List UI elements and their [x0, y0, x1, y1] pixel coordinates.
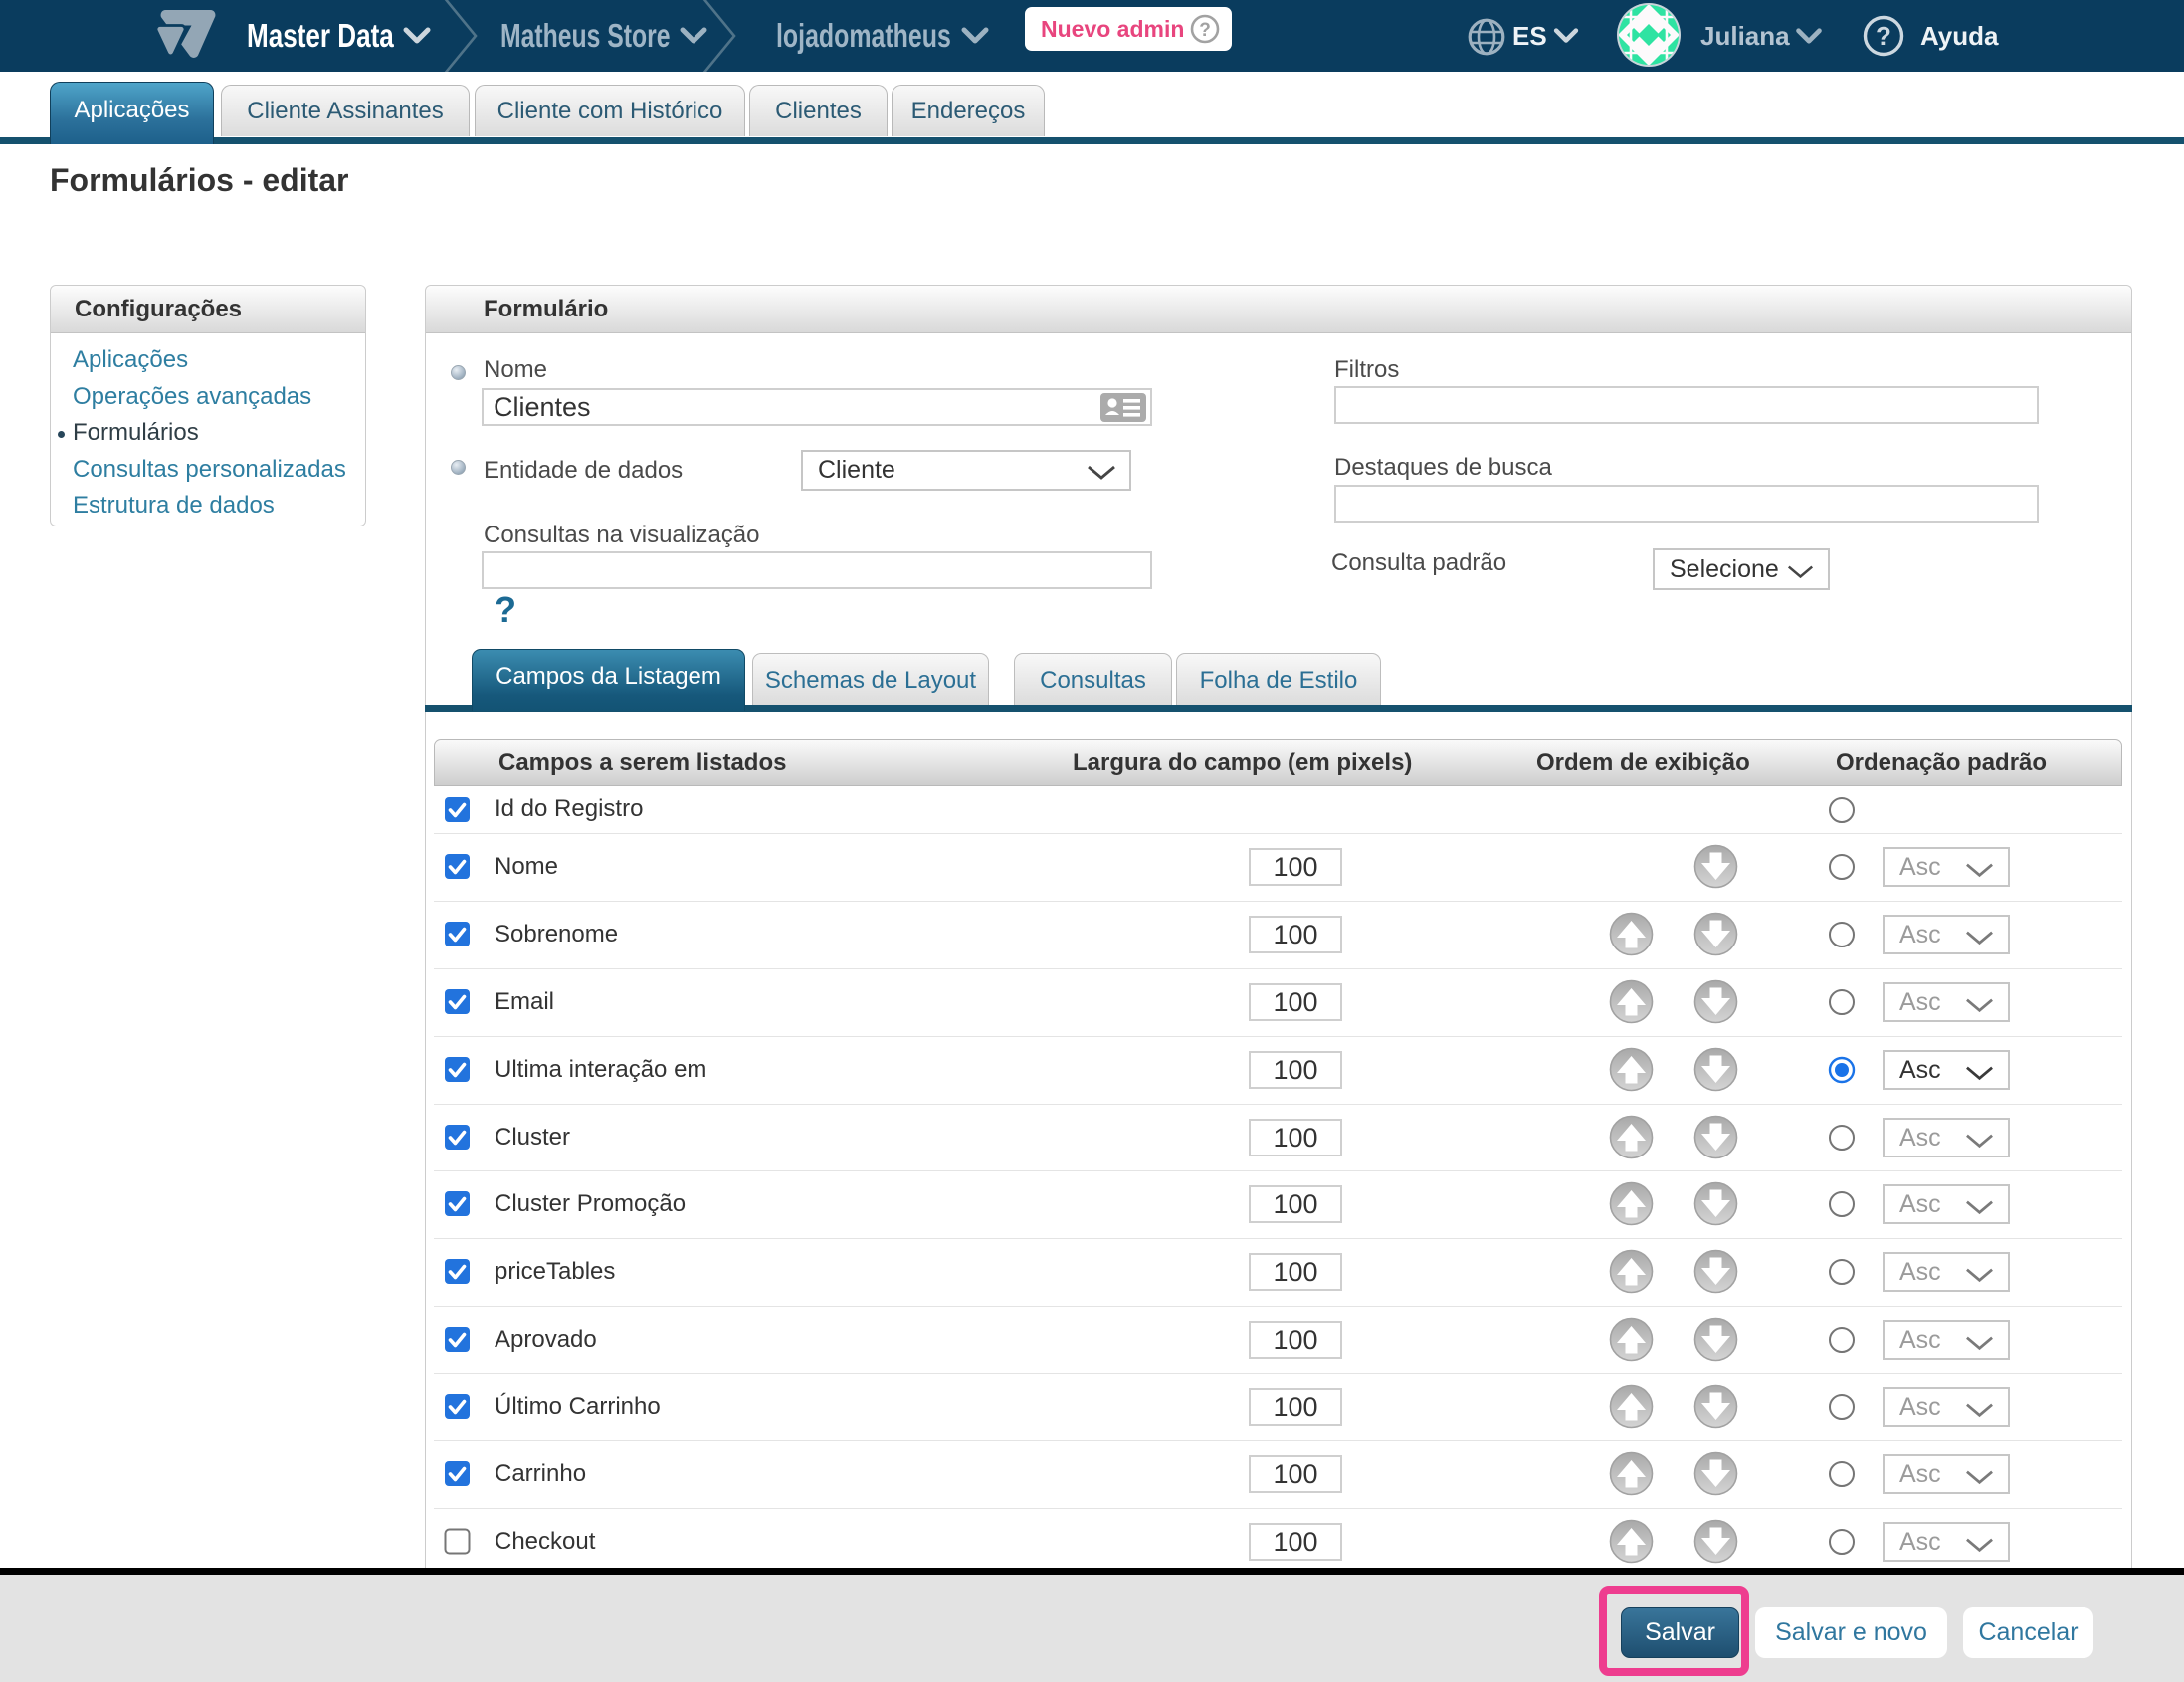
svg-text:?: ?	[1876, 21, 1891, 51]
svg-text:?: ?	[1199, 20, 1211, 41]
